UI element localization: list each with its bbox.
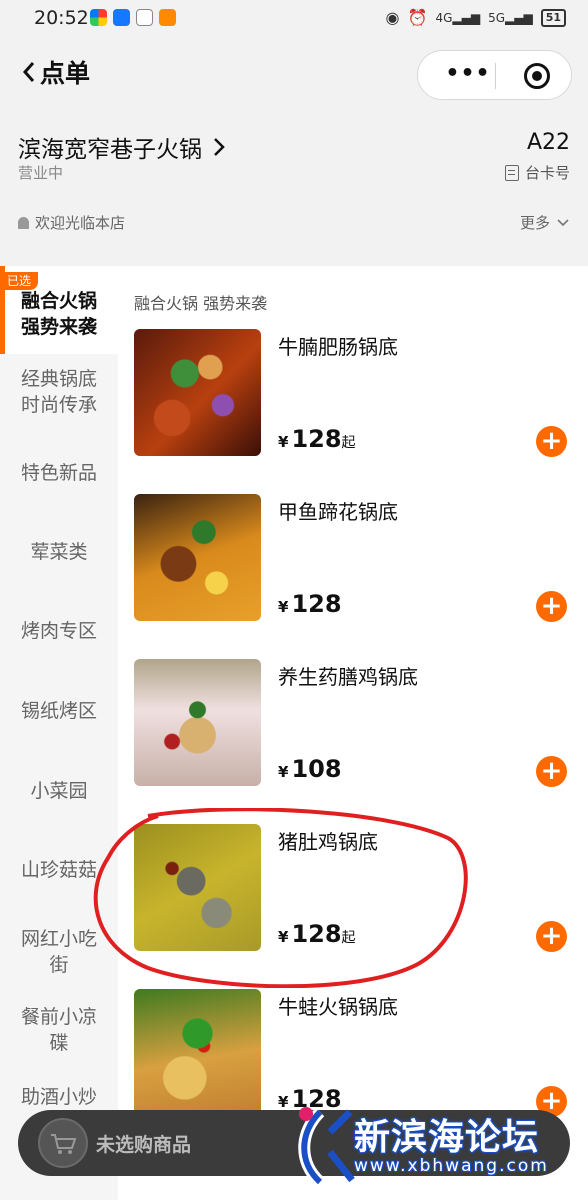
table-number: A22 [526, 130, 570, 155]
sidebar-item-bbq[interactable]: 烤肉专区 [0, 618, 118, 644]
sidebar-item-specialty-new[interactable]: 特色新品 [0, 460, 118, 486]
battery-icon: 51 [540, 8, 566, 27]
dish-image [134, 494, 261, 621]
translate-icon [136, 9, 153, 26]
category-sidebar: 已选 融合火锅 强势来袭 经典锅底 时尚传承 特色新品 荤菜类 烤肉专区 锡纸烤… [0, 266, 118, 1200]
selected-badge: 已选 [0, 272, 39, 290]
dish-name: 养生药膳鸡锅底 [278, 665, 418, 689]
shop-name: 滨海宽窄巷子火锅 [18, 137, 202, 163]
more-button[interactable]: 更多 [520, 212, 570, 233]
cart-empty-text: 未选购商品 [96, 1134, 192, 1156]
dish-name: 牛蛙火锅锅底 [278, 995, 398, 1019]
status-bar: 20:52 ◉ ⏰ 4G▂▄▆ 5G▂▄▆ 51 [0, 0, 588, 40]
shop-name-link[interactable]: 滨海宽窄巷子火锅 [18, 130, 226, 164]
chevron-right-icon [214, 138, 225, 156]
add-to-cart-button[interactable]: + [536, 921, 567, 952]
chevron-down-icon [557, 218, 569, 226]
capsule-divider [495, 63, 496, 89]
welcome-notice: 欢迎光临本店 [18, 212, 125, 233]
add-to-cart-button[interactable]: + [536, 756, 567, 787]
dish-list: 融合火锅 强势来袭 牛腩肥肠锅底 ¥128起 + 甲鱼蹄花锅底 ¥128 + 养… [118, 266, 588, 1200]
watermark-title: 新滨海论坛 [354, 1117, 540, 1158]
eye-icon: ◉ [385, 8, 400, 27]
list-item[interactable]: 牛腩肥肠锅底 ¥128起 + [118, 329, 588, 494]
watermark-url: www.xbhwang.com [354, 1156, 549, 1176]
signal-icon: 5G▂▄▆ [488, 10, 533, 25]
dish-image [134, 659, 261, 786]
add-to-cart-button[interactable]: + [536, 426, 567, 457]
shop-status: 营业中 [18, 164, 64, 182]
sidebar-item-cold-dish[interactable]: 餐前小凉 碟 [0, 1004, 118, 1056]
section-title: 融合火锅 强势来袭 [134, 294, 268, 313]
chevron-left-icon [22, 62, 35, 82]
mini-program-capsule: ••• [417, 50, 572, 100]
sidebar-item-stir-fry[interactable]: 助酒小炒 [0, 1084, 118, 1110]
dish-name: 牛腩肥肠锅底 [278, 335, 398, 359]
sidebar-item-foil-grill[interactable]: 锡纸烤区 [0, 698, 118, 724]
more-options-button[interactable]: ••• [440, 63, 496, 85]
dish-price: ¥128起 [278, 425, 356, 453]
shop-header: 滨海宽窄巷子火锅 营业中 A22 台卡号 欢迎光临本店 更多 [0, 112, 588, 252]
sidebar-item-garden[interactable]: 小菜园 [0, 778, 118, 804]
alarm-icon: ⏰ [407, 8, 428, 27]
dish-price: ¥128 [278, 590, 342, 618]
bell-icon [18, 216, 29, 229]
app-notification-icon [113, 9, 130, 26]
list-item[interactable]: 甲鱼蹄花锅底 ¥128 + [118, 494, 588, 659]
table-card-label: 台卡号 [504, 162, 570, 183]
cart-icon [51, 1134, 77, 1154]
dish-image [134, 329, 261, 456]
sidebar-item-meat[interactable]: 荤菜类 [0, 539, 118, 565]
status-right: ◉ ⏰ 4G▂▄▆ 5G▂▄▆ 51 [386, 8, 566, 27]
close-button[interactable] [524, 63, 550, 89]
page-title: 点单 [40, 59, 91, 88]
document-icon [504, 164, 519, 181]
signal-icon: 4G▂▄▆ [435, 10, 481, 25]
status-time: 20:52 [34, 7, 89, 29]
top-nav: 点单 ••• [0, 40, 588, 112]
section-separator [0, 252, 588, 266]
back-button[interactable]: 点单 [20, 54, 90, 90]
dish-image [134, 989, 261, 1116]
add-to-cart-button[interactable]: + [536, 591, 567, 622]
watermark-logo [298, 1107, 355, 1187]
cart-button[interactable] [38, 1118, 88, 1168]
sidebar-item-classic-base[interactable]: 经典锅底 时尚传承 [0, 366, 118, 418]
notification-icons [90, 9, 176, 26]
dish-price: ¥108 [278, 755, 342, 783]
annotation-circle [93, 808, 468, 988]
sidebar-item-fusion-hotpot[interactable]: 已选 融合火锅 强势来袭 [0, 266, 118, 354]
list-item[interactable]: 养生药膳鸡锅底 ¥108 + [118, 659, 588, 824]
dish-name: 甲鱼蹄花锅底 [278, 500, 398, 524]
watermark: 新滨海论坛 www.xbhwang.com [290, 1098, 588, 1198]
app-notification-icon [90, 9, 107, 26]
app-notification-icon [159, 9, 176, 26]
